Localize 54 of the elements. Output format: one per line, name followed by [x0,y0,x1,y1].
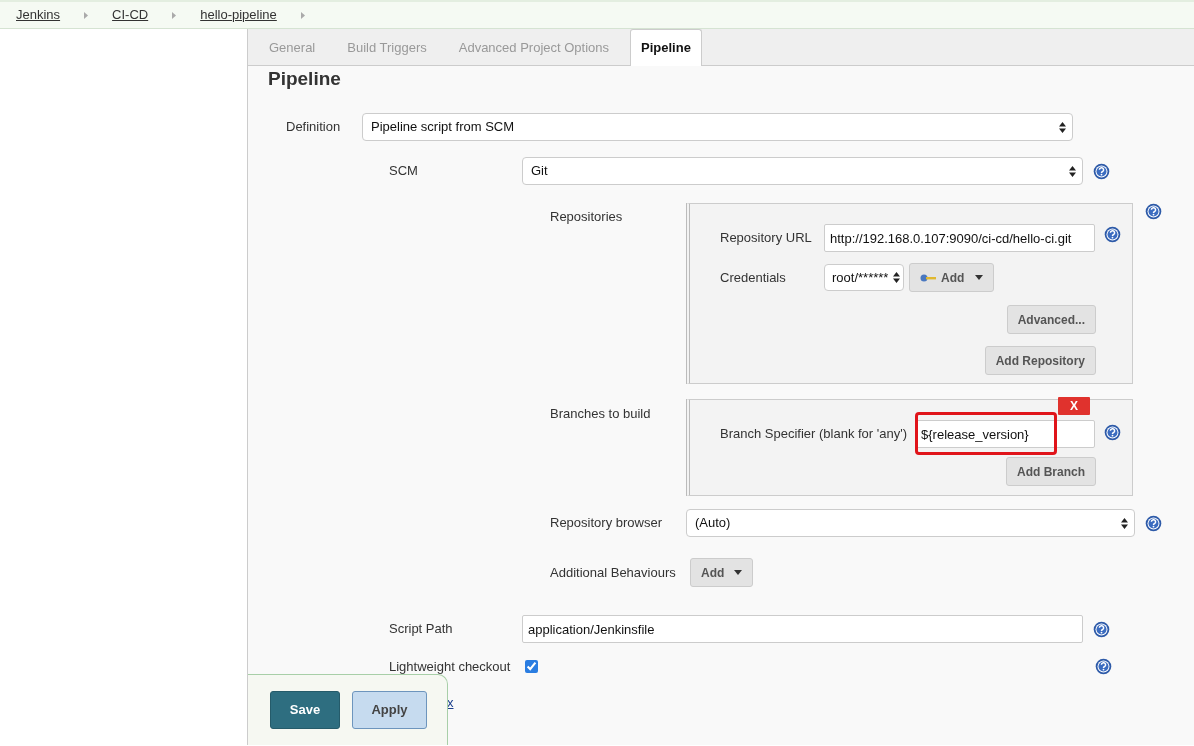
add-button[interactable]: Add [690,558,754,587]
select-field[interactable]: (Auto) [686,509,1135,537]
tab[interactable]: Pipeline [630,29,702,66]
help-icon[interactable] [1145,514,1162,532]
field-label: SCM [389,162,419,181]
chevron-icon [84,11,89,19]
help-icon[interactable] [1095,658,1112,676]
field-label: Repository browser [550,514,663,533]
select-value: Git [531,162,548,181]
chevron-icon [300,11,305,19]
field-label: Branches to build [550,405,652,423]
save-button[interactable]: Save [270,691,340,729]
field-label: Branch Specifier (blank for 'any') [720,425,909,444]
form-button[interactable]: Add Repository [984,346,1096,375]
breadcrumb-link[interactable]: Jenkins [16,5,61,25]
caret-icon [734,570,743,575]
dropdown-arrows-icon [1059,121,1066,133]
form-button[interactable]: Add Branch [1006,457,1096,486]
chevron-icon [172,11,177,19]
dropdown-arrows-icon [1121,517,1128,529]
delete-button[interactable]: X [1058,397,1090,415]
help-icon[interactable] [1093,620,1110,638]
apply-button[interactable]: Apply [352,691,427,729]
dropdown-arrows-icon [1069,165,1076,177]
help-icon[interactable] [1104,225,1121,243]
select-field[interactable]: root/****** [824,264,904,291]
breadcrumb-link[interactable]: hello-pipeline [200,5,277,25]
section-title: Pipeline [268,67,342,90]
select-value: (Auto) [695,514,731,533]
help-icon[interactable] [1093,162,1110,180]
pipeline-syntax-link[interactable]: x [447,692,454,712]
field-label: Credentials [720,268,787,287]
breadcrumb-link[interactable]: CI-CD [112,5,149,25]
form-button[interactable]: Advanced... [1006,305,1096,334]
field-label: Script Path [389,620,454,639]
text-field[interactable]: ${release_version} [915,420,1095,448]
dropdown-arrows-icon [893,272,900,283]
select-value: root/****** [832,268,889,287]
add-button[interactable]: Add [909,263,995,292]
text-field[interactable]: application/Jenkinsfile [522,615,1083,643]
caret-icon [975,275,984,280]
field-label: Repositories [550,208,624,226]
help-icon[interactable] [1145,203,1162,220]
field-label: Lightweight checkout [389,658,512,676]
field-label: Additional Behaviours [550,563,677,582]
help-icon[interactable] [1104,423,1121,441]
key-icon [920,273,936,282]
field-label: Repository URL [720,229,813,248]
select-field[interactable]: Git [522,157,1083,185]
text-field[interactable]: http://192.168.0.107:9090/ci-cd/hello-ci.git [824,224,1095,252]
select-field[interactable]: Pipeline script from SCM [362,113,1073,141]
select-value: Pipeline script from SCM [371,118,515,137]
field-label: Definition [286,118,342,137]
checkbox[interactable] [525,660,538,674]
